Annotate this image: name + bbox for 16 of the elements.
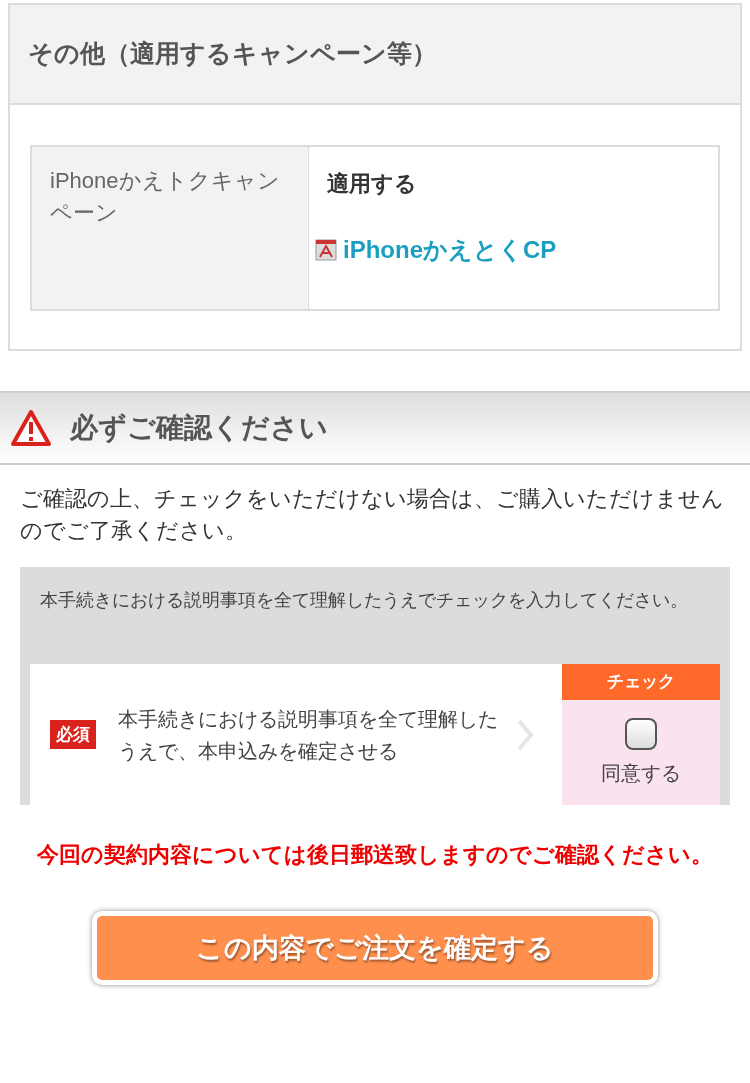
chevron-icon (516, 717, 534, 752)
section-title: 必ずご確認ください (70, 411, 328, 445)
warning-icon (10, 409, 52, 447)
agree-checkbox[interactable] (625, 717, 657, 750)
notice-text: ご確認の上、チェックをいただけない場合は、ご購入いただけませんのでご了承ください。 (19, 485, 725, 545)
agreement-text: 本手続きにおける説明事項を全て理解したうえで、本申込みを確定させる (118, 706, 498, 764)
row-label: iPhoneかえトクキャンペーン (50, 168, 280, 225)
check-header: チェック (562, 664, 720, 700)
warning-text: 今回の契約内容については後日郵送致しますのでご確認ください。 (36, 841, 714, 869)
agree-label: 同意する (601, 760, 681, 786)
section-title: その他（適用するキャンペーン等） (28, 38, 437, 70)
required-badge: 必須 (50, 719, 96, 750)
row-value: 適用する (327, 170, 417, 198)
instruction-text: 本手続きにおける説明事項を全て理解したうえでチェックを入力してください。 (39, 589, 689, 612)
pdf-icon (315, 239, 337, 261)
pdf-link[interactable]: iPhoneかえとくCP (315, 232, 557, 268)
